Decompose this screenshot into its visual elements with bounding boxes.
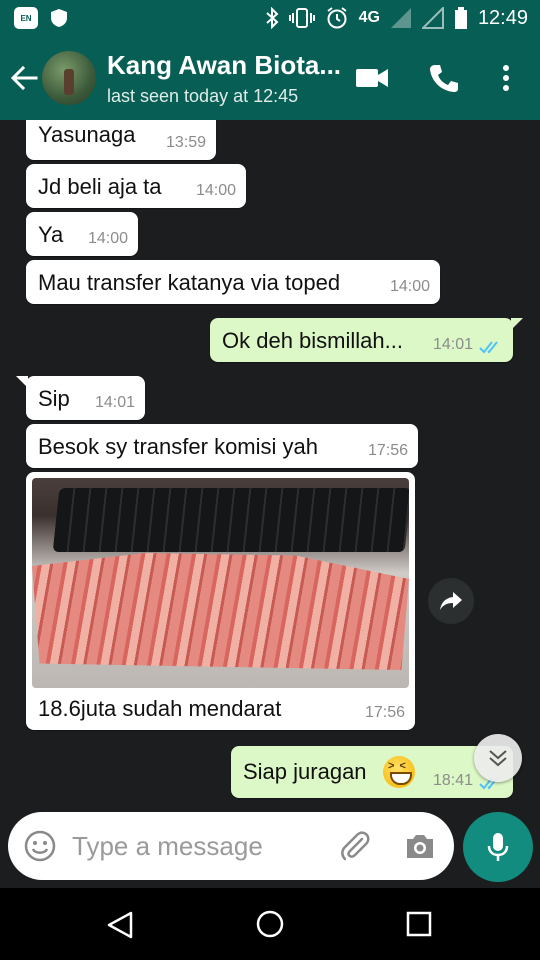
chat-header: Kang Awan Biota... last seen today at 12… (0, 36, 540, 120)
scroll-to-bottom-button[interactable] (474, 734, 522, 782)
bluetooth-icon (265, 7, 279, 29)
message-text: Mau transfer katanya via toped (38, 270, 341, 295)
photo-keyboard (52, 488, 409, 552)
message-text: Besok sy transfer komisi yah (38, 434, 318, 459)
system-navigation-bar (0, 888, 540, 960)
mic-icon (487, 833, 509, 861)
money-photo[interactable] (32, 478, 409, 688)
message-bubble[interactable]: Sip 14:01 (16, 376, 145, 420)
back-arrow-icon[interactable] (8, 62, 40, 94)
last-seen-status: last seen today at 12:45 (107, 86, 299, 106)
read-ticks-icon (479, 341, 498, 354)
composer (0, 812, 540, 888)
message-text: Sip (38, 386, 70, 411)
battery-icon (454, 7, 467, 29)
message-time: 14:00 (195, 182, 236, 199)
more-options-icon[interactable] (496, 62, 516, 94)
message-text: Jd beli aja ta (38, 174, 162, 199)
status-bar: EN 4G 12:49 (0, 0, 540, 36)
language-badge-text: EN (20, 13, 32, 23)
emoji-icon[interactable] (24, 830, 56, 862)
message-time: 14:01 (432, 336, 473, 353)
attach-icon[interactable] (338, 829, 372, 863)
signal-icon (390, 8, 411, 28)
message-bubble[interactable]: Ya 14:00 (26, 212, 138, 256)
nav-recent-apps-icon[interactable] (406, 911, 432, 937)
image-message[interactable]: 18.6juta sudah mendarat 17:56 (26, 472, 415, 730)
forward-button[interactable] (428, 578, 474, 624)
contact-name[interactable]: Kang Awan Biota... (107, 50, 341, 81)
alarm-icon (326, 7, 347, 29)
photo-banknotes (32, 553, 409, 670)
message-text: Ok deh bismillah... (222, 328, 403, 353)
video-call-icon[interactable] (355, 64, 389, 92)
status-time: 12:49 (477, 6, 528, 29)
shield-icon (51, 9, 67, 27)
message-time: 14:01 (94, 394, 135, 411)
message-bubble-outgoing[interactable]: Siap juragan 18:41 (231, 746, 513, 798)
grinning-squinting-face-icon (383, 756, 415, 788)
message-bubble[interactable]: Jd beli aja ta 14:00 (26, 164, 246, 208)
message-list[interactable]: Yasunaga 13:59 Jd beli aja ta 14:00 Ya 1… (0, 120, 540, 812)
message-bubble[interactable]: Mau transfer katanya via toped 14:00 (26, 260, 440, 304)
message-bubble[interactable]: Besok sy transfer komisi yah 17:56 (26, 424, 418, 468)
phone-icon[interactable] (428, 62, 460, 94)
forward-arrow-icon (440, 592, 462, 610)
message-text: Ya (38, 222, 64, 247)
message-text: Siap juragan (243, 759, 367, 784)
message-time: 14:00 (87, 230, 128, 247)
message-text: Yasunaga (38, 122, 136, 147)
double-chevron-down-icon (489, 750, 507, 767)
mic-button[interactable] (463, 812, 533, 882)
message-time: 17:56 (364, 704, 405, 721)
nav-home-icon[interactable] (256, 910, 284, 938)
message-time: 17:56 (367, 442, 408, 459)
message-input[interactable] (72, 826, 312, 866)
message-time: 14:00 (389, 278, 430, 295)
signal-2-icon (421, 7, 444, 29)
camera-icon[interactable] (404, 831, 436, 861)
network-type: 4G (358, 9, 380, 26)
nav-back-icon[interactable] (106, 910, 134, 940)
message-time: 13:59 (165, 134, 206, 151)
keyboard-language-icon: EN (14, 7, 38, 29)
contact-avatar[interactable] (42, 51, 96, 105)
image-caption: 18.6juta sudah mendarat (38, 696, 282, 721)
message-bubble[interactable]: Yasunaga 13:59 (26, 120, 216, 160)
message-time: 18:41 (432, 772, 473, 789)
message-bubble-outgoing[interactable]: Ok deh bismillah... 14:01 (210, 318, 523, 362)
vibrate-icon (288, 8, 315, 28)
message-input-container (8, 812, 454, 880)
